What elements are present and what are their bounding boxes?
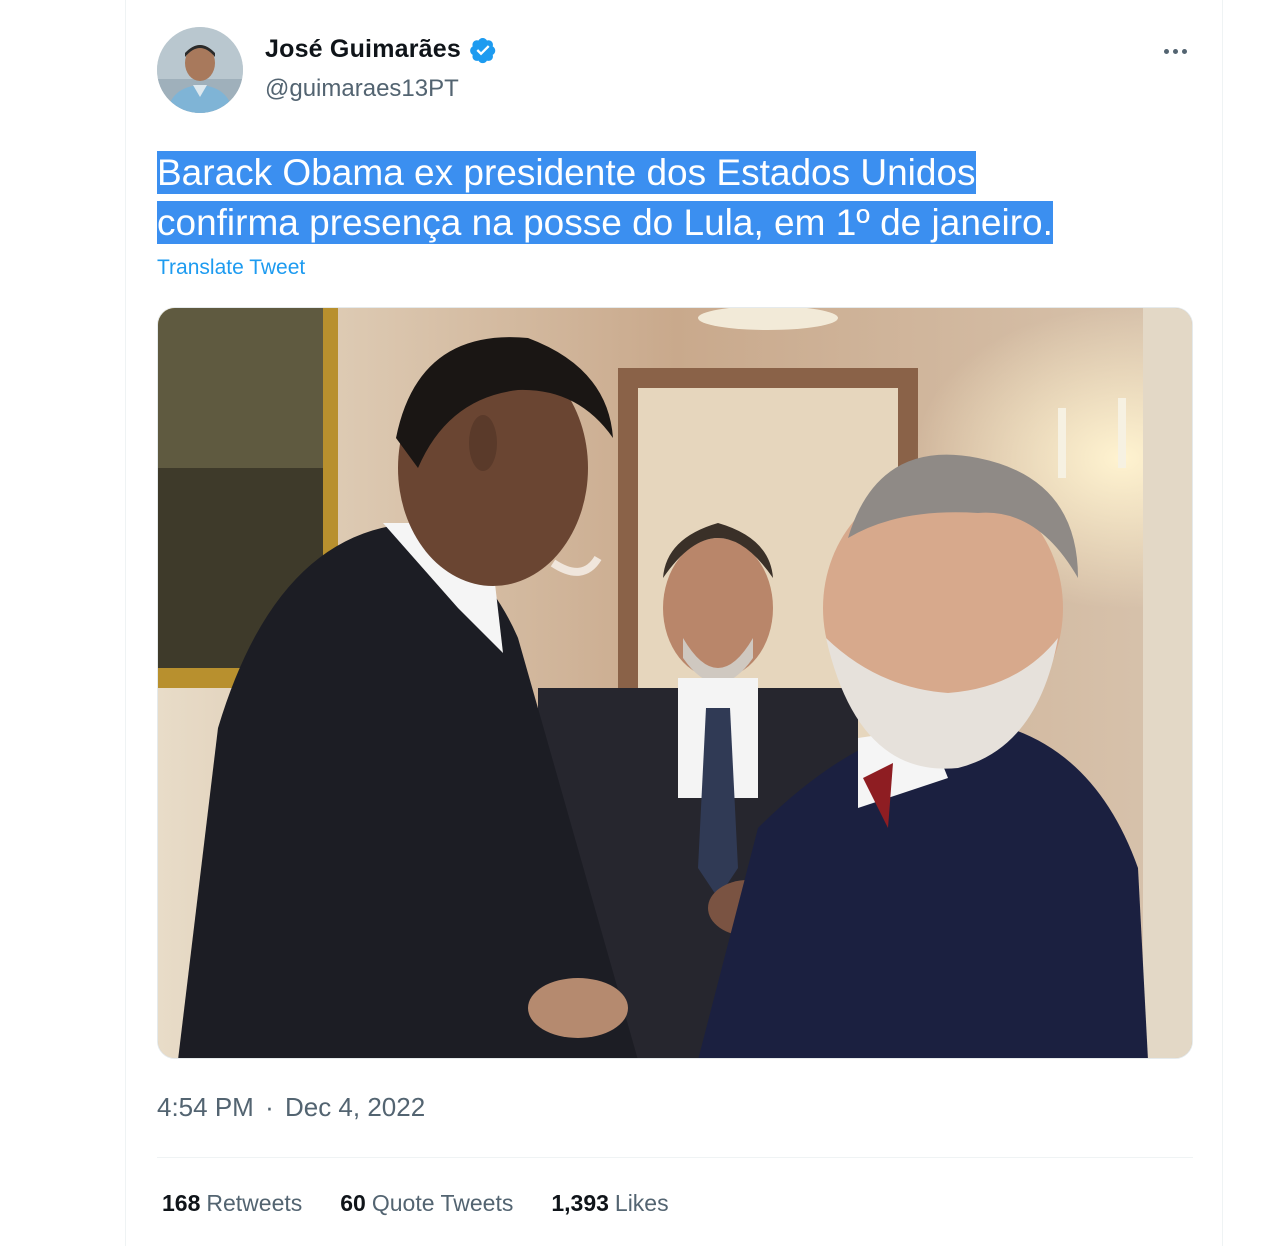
tweet-header: José Guimarães @guimaraes13PT [157, 27, 1197, 117]
tweet-photo[interactable] [157, 307, 1193, 1059]
tweet-stats: 168 Retweets 60 Quote Tweets 1,393 Likes [162, 1190, 669, 1217]
retweets-label: Retweets [206, 1190, 303, 1216]
tweet-timestamp[interactable]: 4:54 PM · Dec 4, 2022 [157, 1092, 425, 1123]
tweet-date: Dec 4, 2022 [284, 1092, 426, 1122]
author-handle[interactable]: @guimaraes13PT [265, 75, 459, 103]
column-border-left [125, 0, 126, 1246]
likes-label: Likes [614, 1190, 669, 1216]
stats-divider [157, 1157, 1193, 1158]
likes-stat[interactable]: 1,393 Likes [551, 1190, 668, 1217]
tweet-text-line-1: Barack Obama ex presidente dos Estados U… [157, 151, 976, 194]
tweet-page: José Guimarães @guimaraes13PT Barack Oba… [0, 0, 1280, 1246]
tweet-text-line-2: confirma presença na posse do Lula, em 1… [157, 201, 1053, 244]
author-display-name[interactable]: José Guimarães [265, 35, 461, 64]
tweet-time: 4:54 PM [157, 1092, 254, 1122]
column-border-right [1222, 0, 1223, 1246]
more-options-icon[interactable] [1157, 39, 1193, 63]
retweets-count: 168 [162, 1190, 201, 1216]
tweet-text: Barack Obama ex presidente dos Estados U… [157, 148, 1197, 248]
photo-image [158, 308, 1192, 1058]
quote-tweets-label: Quote Tweets [371, 1190, 514, 1216]
avatar-image [157, 27, 243, 113]
retweets-stat[interactable]: 168 Retweets [162, 1190, 302, 1217]
author-name-row: José Guimarães [265, 35, 497, 64]
verified-badge-icon [469, 36, 497, 64]
author-avatar[interactable] [157, 27, 243, 113]
quote-tweets-count: 60 [340, 1190, 366, 1216]
translate-tweet-link[interactable]: Translate Tweet [157, 256, 305, 280]
quote-tweets-stat[interactable]: 60 Quote Tweets [340, 1190, 513, 1217]
likes-count: 1,393 [551, 1190, 609, 1216]
timestamp-separator: · [265, 1092, 274, 1122]
